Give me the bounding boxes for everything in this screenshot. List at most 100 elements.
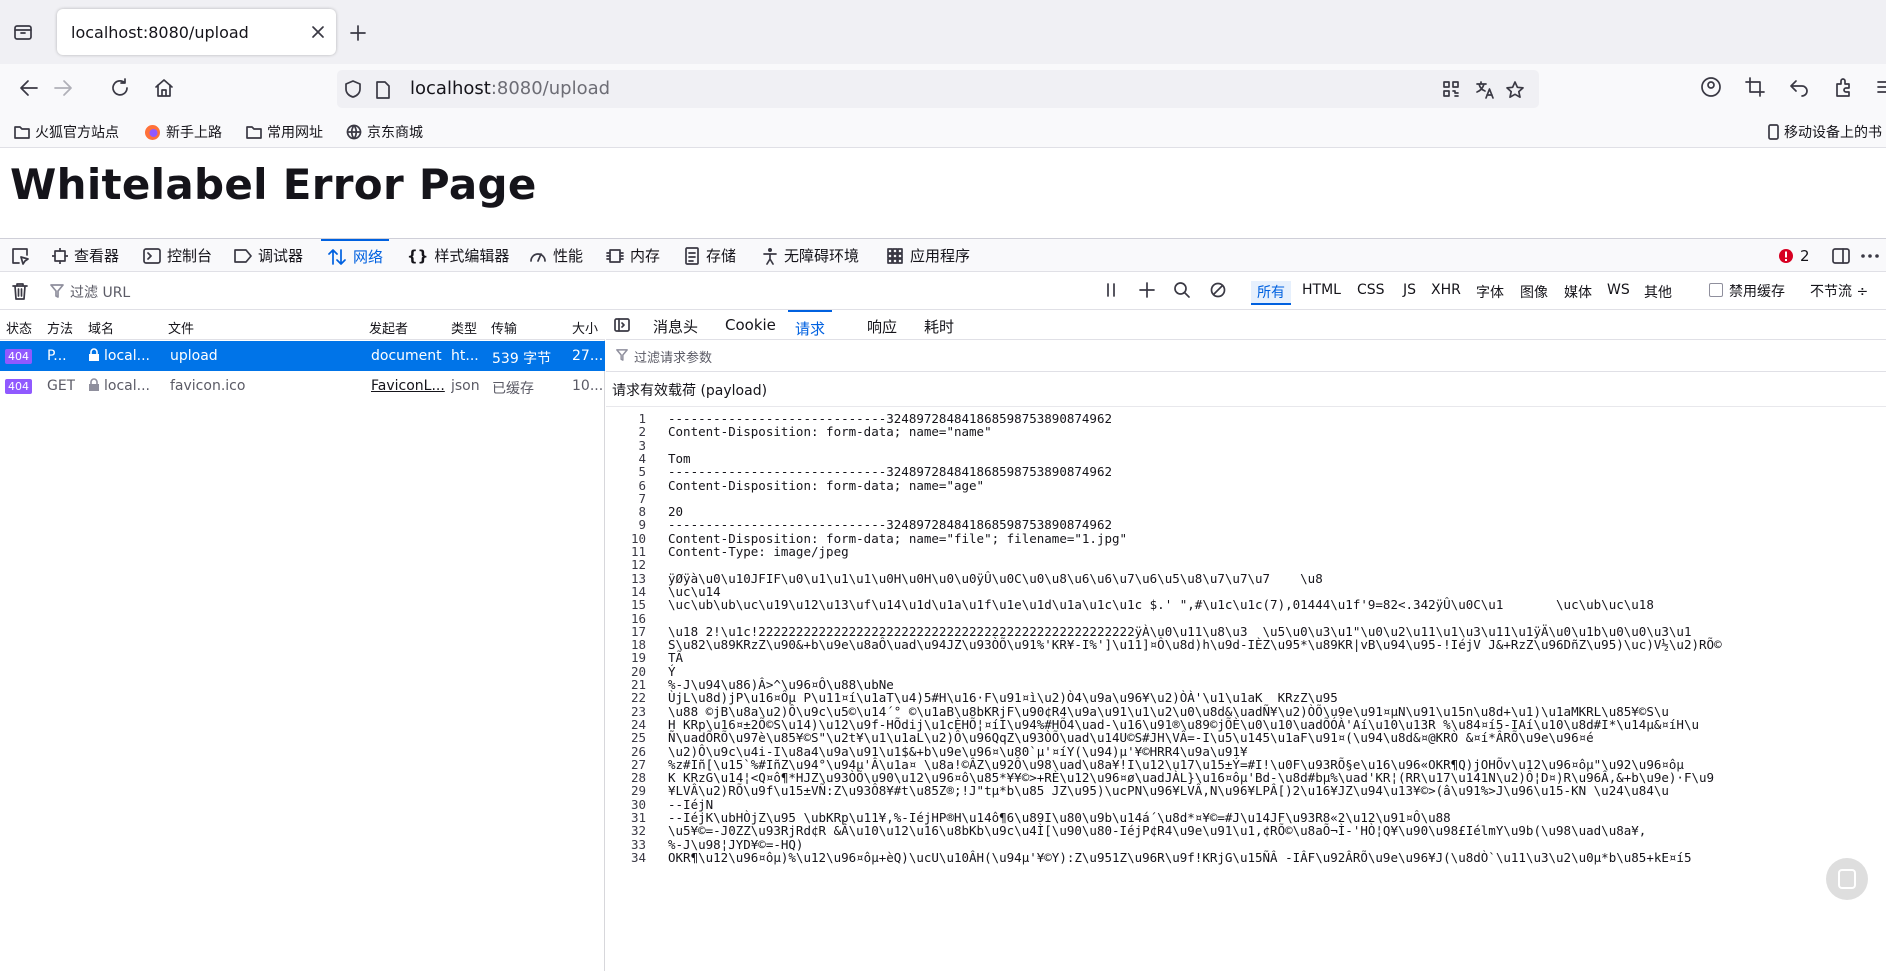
column-transfer[interactable]: 传输 bbox=[491, 318, 517, 337]
error-icon bbox=[1779, 248, 1793, 263]
column-domain[interactable]: 域名 bbox=[88, 318, 114, 337]
filter-all[interactable]: 所有 bbox=[1251, 281, 1291, 305]
application-grid-icon bbox=[887, 247, 903, 264]
tab-performance[interactable]: 性能 bbox=[523, 239, 589, 272]
element-picker-icon[interactable] bbox=[4, 239, 36, 272]
column-status[interactable]: 状态 bbox=[6, 318, 32, 337]
disable-cache-checkbox[interactable] bbox=[1709, 283, 1723, 297]
filter-ws[interactable]: WS bbox=[1601, 281, 1636, 299]
tab-application[interactable]: 应用程序 bbox=[880, 239, 976, 272]
filter-xhr[interactable]: XHR bbox=[1425, 281, 1467, 299]
pause-icon[interactable] bbox=[1104, 282, 1118, 298]
bookmark-folder-firefox[interactable]: 火狐官方站点 bbox=[14, 122, 119, 142]
code-line: \u5¥©=-J0ZZ\u93RjRd¢R &Â\u10\u12\u16\u8b… bbox=[668, 823, 1647, 839]
tab-label: 查看器 bbox=[74, 247, 120, 265]
new-tab-icon[interactable] bbox=[350, 25, 366, 41]
params-filter[interactable]: 过滤请求参数 bbox=[606, 340, 1886, 372]
tab-cookie[interactable]: Cookie bbox=[718, 310, 783, 339]
bookmark-folder-common[interactable]: 常用网址 bbox=[246, 122, 323, 142]
status-badge: 404 bbox=[5, 379, 32, 394]
request-row[interactable]: 404 P... local... upload document ht... … bbox=[0, 341, 605, 371]
toggle-sidebar-icon[interactable] bbox=[614, 317, 630, 333]
mobile-bookmarks[interactable]: 移动设备上的书 bbox=[1768, 122, 1882, 142]
block-icon[interactable] bbox=[1209, 281, 1227, 299]
line-number: 34 bbox=[630, 849, 646, 865]
extensions-icon[interactable] bbox=[1833, 76, 1855, 98]
tab-label: 控制台 bbox=[167, 247, 213, 265]
tab-network[interactable]: 网络 bbox=[321, 239, 390, 272]
error-count[interactable]: 2 bbox=[1772, 239, 1816, 272]
page-title: Whitelabel Error Page bbox=[10, 160, 537, 209]
throttle-select[interactable]: 不节流 ÷ bbox=[1810, 281, 1868, 301]
mobile-device-icon bbox=[1768, 124, 1779, 140]
filter-css[interactable]: CSS bbox=[1351, 281, 1391, 299]
request-list-header: 状态 方法 域名 文件 发起者 类型 传输 大小 bbox=[0, 310, 605, 340]
bookmark-star-icon[interactable] bbox=[1505, 80, 1525, 100]
trash-icon[interactable] bbox=[12, 282, 28, 300]
line-number-gutter: 1 2 3 4 5 6 7 8 9 10 11 12 13 14 15 16 17 18 19 20 21 22 23 24 2… bbox=[606, 407, 658, 972]
code-line: OKR¶\u12\u96¤ôµ)%\u12\u96¤ôµ+èQ)\ucU\u10… bbox=[668, 849, 1692, 865]
network-filter-bar: 过滤 URL 所有 HTML CSS JS XHR 字体 图像 媒体 WS 其他… bbox=[0, 272, 1886, 310]
browser-tab[interactable]: localhost:8080/upload bbox=[57, 9, 336, 55]
lock-icon bbox=[89, 378, 99, 391]
column-type[interactable]: 类型 bbox=[451, 318, 477, 337]
tab-debugger[interactable]: 调试器 bbox=[228, 239, 309, 272]
back-icon[interactable] bbox=[17, 76, 41, 100]
tab-memory[interactable]: 内存 bbox=[600, 239, 666, 272]
filter-icon bbox=[616, 349, 628, 361]
url-text[interactable]: localhost:8080/upload bbox=[410, 78, 610, 99]
tab-console[interactable]: 控制台 bbox=[137, 239, 218, 272]
filter-images[interactable]: 图像 bbox=[1514, 281, 1554, 303]
params-filter-input[interactable]: 过滤请求参数 bbox=[634, 347, 712, 366]
request-transfer: 539 字节 bbox=[492, 351, 552, 367]
filter-js[interactable]: JS bbox=[1397, 281, 1422, 299]
request-file: favicon.ico bbox=[170, 378, 246, 394]
firefox-logo-icon bbox=[145, 124, 160, 140]
undo-icon[interactable] bbox=[1788, 76, 1810, 98]
tab-headers[interactable]: 消息头 bbox=[646, 310, 705, 339]
filter-html[interactable]: HTML bbox=[1296, 281, 1347, 299]
qr-code-icon[interactable] bbox=[1442, 80, 1460, 98]
crop-icon[interactable] bbox=[1744, 76, 1766, 98]
add-request-icon[interactable] bbox=[1138, 281, 1156, 299]
search-icon[interactable] bbox=[1173, 281, 1191, 299]
media-play-overlay[interactable] bbox=[1826, 858, 1868, 900]
tab-storage[interactable]: 存储 bbox=[678, 239, 742, 272]
bookmark-getting-started[interactable]: 新手上路 bbox=[144, 122, 222, 142]
request-row[interactable]: 404 GET local... favicon.ico FaviconL...… bbox=[0, 371, 605, 401]
devtools-more-icon[interactable] bbox=[1852, 239, 1886, 272]
filter-other[interactable]: 其他 bbox=[1638, 281, 1678, 303]
reload-icon[interactable] bbox=[108, 76, 132, 100]
page-icon[interactable] bbox=[375, 81, 391, 99]
forward-icon[interactable] bbox=[51, 76, 75, 100]
tab-label: 无障碍环境 bbox=[784, 247, 860, 265]
bookmark-jd[interactable]: 京东商城 bbox=[346, 122, 423, 142]
bookmark-label: 新手上路 bbox=[166, 125, 222, 141]
close-tab-icon[interactable] bbox=[310, 24, 326, 40]
shield-icon[interactable] bbox=[343, 79, 363, 99]
url-filter-input[interactable]: 过滤 URL bbox=[70, 282, 130, 302]
tab-request[interactable]: 请求 bbox=[788, 310, 833, 339]
filter-fonts[interactable]: 字体 bbox=[1470, 281, 1510, 303]
translate-icon[interactable] bbox=[1475, 80, 1495, 100]
tab-label: 存储 bbox=[706, 247, 737, 265]
home-icon[interactable] bbox=[152, 76, 176, 100]
column-method[interactable]: 方法 bbox=[47, 318, 73, 337]
address-bar[interactable]: localhost:8080/upload bbox=[337, 70, 1539, 108]
overflow-menu-icon[interactable] bbox=[1876, 76, 1886, 98]
payload-heading: 请求有效载荷 (payload) bbox=[612, 383, 768, 399]
tab-style-editor[interactable]: {} 样式编辑器 bbox=[401, 239, 515, 272]
tab-accessibility[interactable]: 无障碍环境 bbox=[756, 239, 865, 272]
filter-media[interactable]: 媒体 bbox=[1558, 281, 1598, 303]
account-icon[interactable] bbox=[1700, 76, 1722, 98]
lock-icon bbox=[89, 348, 99, 361]
column-initiator[interactable]: 发起者 bbox=[369, 318, 408, 337]
tab-list-icon[interactable] bbox=[13, 22, 33, 42]
tab-timings[interactable]: 耗时 bbox=[917, 310, 961, 339]
status-badge: 404 bbox=[5, 349, 32, 364]
column-file[interactable]: 文件 bbox=[168, 318, 194, 337]
tab-inspector[interactable]: 查看器 bbox=[46, 239, 125, 272]
tab-response[interactable]: 响应 bbox=[860, 310, 904, 339]
request-initiator-link[interactable]: FaviconL... bbox=[371, 378, 445, 394]
column-size[interactable]: 大小 bbox=[572, 318, 598, 337]
